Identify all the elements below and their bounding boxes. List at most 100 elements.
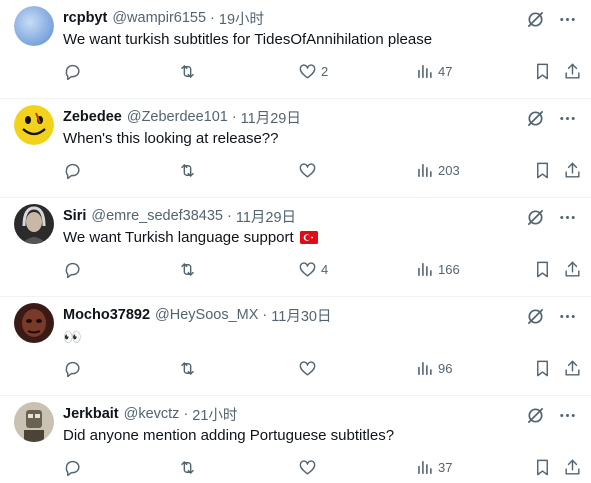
user-handle[interactable]: @wampir6155 [112, 10, 206, 26]
bookmark-icon [537, 63, 548, 79]
like-button[interactable] [298, 456, 321, 478]
separator-dot: · [210, 10, 215, 26]
retweet-button[interactable] [178, 258, 201, 280]
display-name[interactable]: Mocho37892 [63, 307, 150, 323]
like-button[interactable]: 4 [298, 258, 328, 280]
bookmark-icon [537, 360, 548, 376]
share-icon [565, 360, 580, 376]
timestamp[interactable]: 11月29日 [241, 107, 301, 128]
views-button[interactable]: 203 [415, 159, 460, 181]
tweet[interactable]: Zebedee @Zeberdee101 · 11月29日 When's thi… [0, 99, 591, 198]
views-icon [418, 163, 432, 177]
reply-button[interactable] [63, 456, 86, 478]
avatar[interactable] [14, 402, 54, 442]
tweet-header: Zebedee @Zeberdee101 · 11月29日 [63, 107, 301, 127]
bookmark-icon [537, 162, 548, 178]
avatar[interactable] [14, 105, 54, 145]
retweet-button[interactable] [178, 60, 201, 82]
reply-button[interactable] [63, 159, 86, 181]
tweet[interactable]: Mocho37892 @HeySoos_MX · 11月30日 👀 96 [0, 297, 591, 396]
avatar[interactable] [14, 303, 54, 343]
display-name[interactable]: Jerkbait [63, 406, 119, 422]
avatar[interactable] [14, 6, 54, 46]
timestamp[interactable]: 11月30日 [271, 305, 331, 326]
tweet-text: We want Turkish language support [63, 229, 318, 246]
tweet[interactable]: Jerkbait @kevctz · 21小时 Did anyone menti… [0, 396, 591, 483]
views-icon [418, 361, 432, 375]
action-bar: 96 [63, 357, 582, 379]
display-name[interactable]: Siri [63, 208, 86, 224]
like-icon [299, 360, 316, 376]
view-count: 96 [438, 360, 453, 376]
share-button[interactable] [563, 456, 582, 478]
share-icon [565, 459, 580, 475]
more-icon[interactable] [557, 207, 577, 227]
user-handle[interactable]: @kevctz [124, 406, 180, 422]
share-icon [565, 261, 580, 277]
user-handle[interactable]: @HeySoos_MX [155, 307, 258, 323]
action-bar: 4 166 [63, 258, 582, 280]
more-icon[interactable] [557, 306, 577, 326]
grok-icon[interactable] [525, 9, 545, 29]
more-icon[interactable] [557, 108, 577, 128]
retweet-icon [181, 64, 194, 78]
like-button[interactable]: 2 [298, 60, 328, 82]
display-name[interactable]: Zebedee [63, 109, 122, 125]
bookmark-button[interactable] [533, 60, 552, 82]
user-handle[interactable]: @emre_sedef38435 [91, 208, 223, 224]
tweet-text-content: Did anyone mention adding Portuguese sub… [63, 427, 395, 444]
timestamp[interactable]: 21小时 [192, 404, 237, 425]
views-button[interactable]: 96 [415, 357, 452, 379]
views-button[interactable]: 37 [415, 456, 452, 478]
timestamp[interactable]: 19小时 [219, 8, 264, 29]
separator-dot: · [231, 109, 237, 125]
reply-button[interactable] [63, 60, 86, 82]
like-icon [299, 162, 316, 178]
reply-icon [65, 163, 80, 179]
share-button[interactable] [563, 159, 582, 181]
share-button[interactable] [563, 258, 582, 280]
bookmark-button[interactable] [533, 258, 552, 280]
views-icon [418, 64, 432, 78]
share-button[interactable] [563, 60, 582, 82]
display-name[interactable]: rcpbyt [63, 10, 107, 26]
share-button[interactable] [563, 357, 582, 379]
retweet-button[interactable] [178, 159, 201, 181]
view-count: 37 [438, 459, 453, 475]
avatar[interactable] [14, 204, 54, 244]
tweet-text: We want turkish subtitles for TidesOfAnn… [63, 31, 432, 48]
view-count: 203 [438, 162, 460, 178]
views-button[interactable]: 47 [415, 60, 452, 82]
tweet-header: rcpbyt @wampir6155 · 19小时 [63, 8, 264, 28]
like-button[interactable] [298, 159, 321, 181]
bookmark-icon [537, 261, 548, 277]
action-bar: 37 [63, 456, 582, 478]
bookmark-button[interactable] [533, 456, 552, 478]
reply-icon [65, 262, 80, 278]
bookmark-icon [537, 459, 548, 475]
more-icon[interactable] [557, 9, 577, 29]
tweet[interactable]: Siri @emre_sedef38435 · 11月29日 We want T… [0, 198, 591, 297]
grok-icon[interactable] [525, 306, 545, 326]
bookmark-button[interactable] [533, 159, 552, 181]
user-handle[interactable]: @Zeberdee101 [127, 109, 228, 125]
reply-button[interactable] [63, 357, 86, 379]
views-icon [418, 262, 432, 276]
like-icon [299, 261, 316, 277]
tweet-header: Mocho37892 @HeySoos_MX · 11月30日 [63, 305, 331, 325]
views-button[interactable]: 166 [415, 258, 460, 280]
grok-icon[interactable] [525, 207, 545, 227]
reply-button[interactable] [63, 258, 86, 280]
bookmark-button[interactable] [533, 357, 552, 379]
grok-icon[interactable] [525, 108, 545, 128]
more-icon[interactable] [557, 405, 577, 425]
tweet[interactable]: rcpbyt @wampir6155 · 19小时 We want turkis… [0, 0, 591, 99]
like-button[interactable] [298, 357, 321, 379]
separator-dot: · [183, 406, 189, 422]
tweet-header: Siri @emre_sedef38435 · 11月29日 [63, 206, 296, 226]
retweet-button[interactable] [178, 357, 201, 379]
retweet-button[interactable] [178, 456, 201, 478]
tweet-text: 👀 [63, 328, 82, 346]
grok-icon[interactable] [525, 405, 545, 425]
timestamp[interactable]: 11月29日 [236, 206, 296, 227]
